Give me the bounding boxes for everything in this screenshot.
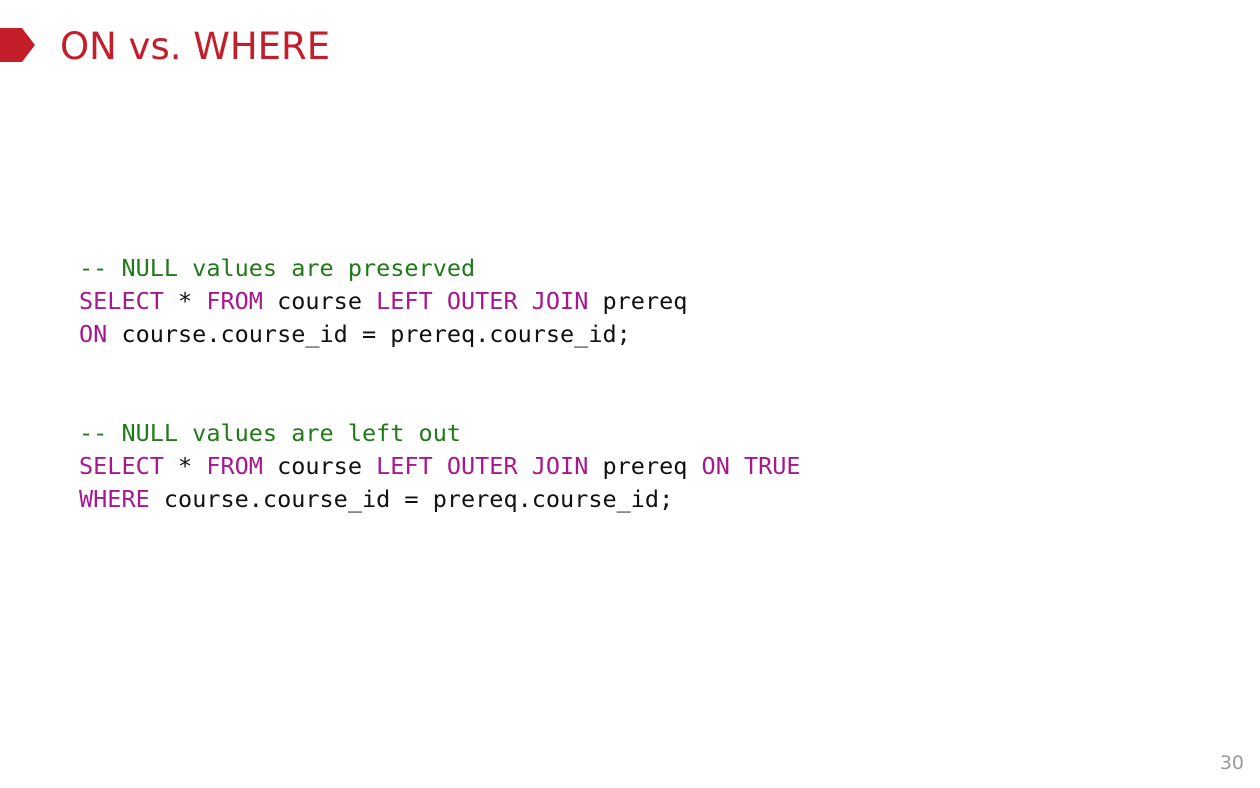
code-comment: -- NULL values are preserved [79,254,476,282]
sql-text: * [163,452,207,480]
sql-keyword: ON [79,320,108,348]
sql-text: * [163,287,207,315]
sql-text: course [262,452,377,480]
code-line: WHERE course.course_id = prereq.course_i… [79,483,801,516]
sql-keyword: WHERE [79,485,150,513]
title-marker-icon [0,28,35,62]
code-line: ON course.course_id = prereq.course_id; [79,318,687,351]
code-line: -- NULL values are left out [79,417,801,450]
sql-keyword: FROM [206,287,263,315]
sql-code-block-where: -- NULL values are left out SELECT * FROM… [79,417,801,516]
sql-text: course [262,287,377,315]
sql-code-block-on: -- NULL values are preserved SELECT * FRO… [79,252,687,351]
sql-text: prereq [588,452,702,480]
code-line: SELECT * FROM course LEFT OUTER JOIN pre… [79,285,687,318]
sql-keyword: SELECT [79,287,164,315]
sql-keyword: FROM [206,452,263,480]
code-line: -- NULL values are preserved [79,252,687,285]
sql-text: prereq [588,287,688,315]
sql-text: course.course_id = prereq.course_id; [149,485,674,513]
sql-text: course.course_id = prereq.course_id; [107,320,631,348]
code-line: SELECT * FROM course LEFT OUTER JOIN pre… [79,450,801,483]
sql-keyword: LEFT OUTER JOIN [376,452,589,480]
page-number: 30 [1219,752,1244,774]
slide-title: ON vs. WHERE [60,25,331,68]
sql-keyword: LEFT OUTER JOIN [376,287,589,315]
sql-keyword: ON TRUE [701,452,801,480]
sql-keyword: SELECT [79,452,164,480]
code-comment: -- NULL values are left out [79,419,462,447]
